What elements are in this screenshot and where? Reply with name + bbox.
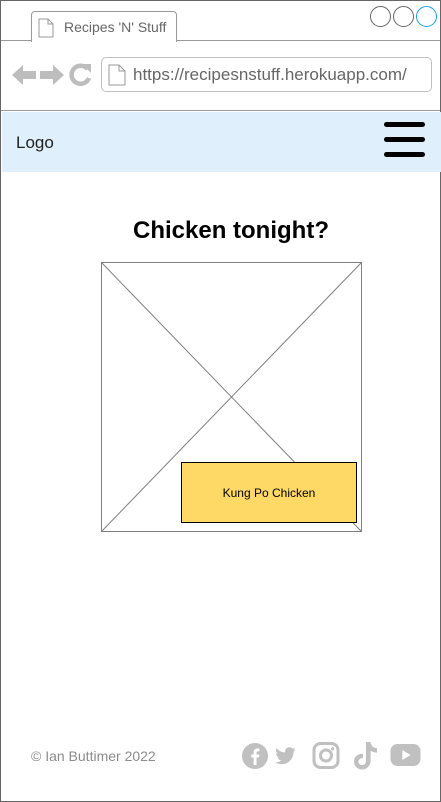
url-text: https://recipesnstuff.herokuapp.com/: [133, 65, 407, 84]
page-title: Chicken tonight?: [133, 217, 329, 244]
copyright-text: © Ian Buttimer 2022: [31, 748, 156, 764]
forward-arrow-icon[interactable]: [39, 62, 65, 88]
hamburger-menu-icon[interactable]: [384, 122, 425, 163]
page-icon: [108, 64, 126, 86]
logo[interactable]: Logo: [16, 133, 54, 153]
browser-window: Recipes 'N' Stuff https://recipesnstuff.…: [0, 0, 441, 802]
youtube-icon[interactable]: [390, 743, 421, 767]
close-button[interactable]: [416, 6, 437, 27]
document-icon: [38, 18, 54, 38]
site-header: Logo: [2, 112, 441, 172]
browser-tab[interactable]: Recipes 'N' Stuff: [31, 11, 177, 42]
url-bar[interactable]: https://recipesnstuff.herokuapp.com/: [101, 57, 432, 92]
window-controls: [370, 6, 437, 27]
maximize-button[interactable]: [393, 6, 414, 27]
facebook-icon[interactable]: [241, 742, 269, 770]
recipe-card-label[interactable]: Kung Po Chicken: [181, 462, 357, 523]
minimize-button[interactable]: [370, 6, 391, 27]
reload-icon[interactable]: [67, 62, 93, 88]
twitter-icon[interactable]: [276, 747, 296, 765]
nav-controls: [11, 62, 93, 88]
tab-title: Recipes 'N' Stuff: [64, 19, 167, 35]
address-row: https://recipesnstuff.herokuapp.com/: [1, 42, 440, 111]
instagram-icon[interactable]: [312, 741, 340, 770]
tab-strip: Recipes 'N' Stuff: [1, 1, 440, 42]
back-arrow-icon[interactable]: [11, 62, 37, 88]
tiktok-icon[interactable]: [353, 741, 379, 771]
